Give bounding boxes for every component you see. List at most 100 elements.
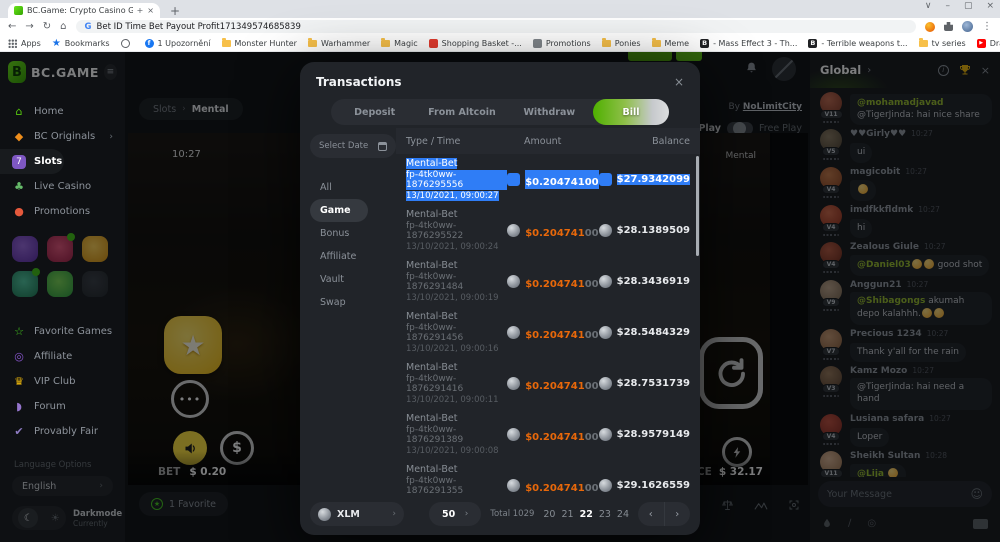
bookmark-item[interactable]: Monster Hunter bbox=[222, 39, 297, 48]
bookmark-item[interactable]: Ponies bbox=[602, 39, 641, 48]
transaction-type: Mental-Bet bbox=[406, 260, 457, 271]
page-number[interactable]: 21 bbox=[561, 509, 573, 520]
back-icon[interactable]: ← bbox=[8, 21, 16, 32]
transaction-amount-sub: 00 bbox=[585, 483, 599, 493]
forward-icon[interactable]: → bbox=[25, 21, 33, 32]
window-maximize-button[interactable]: ▢ bbox=[964, 1, 973, 11]
xlm-coin-icon bbox=[318, 508, 331, 521]
transaction-amount: $0.204741 bbox=[525, 432, 584, 443]
coin-select[interactable]: XLM › bbox=[310, 502, 404, 526]
select-date-button[interactable]: Select Date bbox=[310, 134, 396, 158]
bookmark-item[interactable]: ★ Bookmarks bbox=[52, 39, 110, 48]
xlm-coin-icon bbox=[599, 224, 612, 237]
nav-label: Home bbox=[34, 106, 64, 117]
bookmark-item[interactable]: tv series bbox=[919, 39, 966, 48]
transaction-tab[interactable]: Deposit bbox=[331, 107, 418, 118]
transaction-amount: $0.204741 bbox=[525, 483, 584, 493]
promotions-icon: ● bbox=[12, 205, 26, 218]
profile-avatar[interactable] bbox=[962, 21, 973, 32]
transaction-tab[interactable]: Bill bbox=[593, 99, 669, 125]
transaction-id: fp-4tk0ww-1876291484 bbox=[406, 272, 507, 292]
column-header-type-time: Type / Time bbox=[406, 136, 524, 147]
live-casino-icon: ♣ bbox=[12, 180, 26, 193]
transaction-amount: $0.204741 bbox=[525, 228, 584, 239]
apps-grid-icon bbox=[8, 39, 17, 48]
url-text: Bet ID Time Bet Payout Profit17134957468… bbox=[97, 22, 301, 32]
transaction-amount-sub: 00 bbox=[585, 279, 599, 290]
transaction-filter[interactable]: All bbox=[310, 176, 396, 199]
transaction-row[interactable]: Mental-Bet fp-4tk0ww-1876291484 13/10/20… bbox=[406, 256, 690, 307]
new-tab-button[interactable]: + bbox=[170, 4, 180, 18]
reload-icon[interactable]: ↻ bbox=[43, 21, 51, 32]
bookmark-item[interactable]: Apps bbox=[8, 39, 41, 48]
nav-label: VIP Club bbox=[34, 376, 75, 387]
nav-label: Affiliate bbox=[34, 351, 72, 362]
transaction-row[interactable]: Mental-Bet fp-4tk0ww-1876295522 13/10/20… bbox=[406, 205, 690, 256]
bookmark-item[interactable]: ▶ Dragonball Z: Battle... bbox=[977, 39, 1000, 48]
transaction-filter[interactable]: Game bbox=[310, 199, 368, 222]
transaction-filter[interactable]: Swap bbox=[310, 291, 396, 314]
scrollbar-thumb[interactable] bbox=[696, 156, 699, 256]
vip-club-icon: ♛ bbox=[12, 375, 26, 388]
tab-pin-icon[interactable]: + bbox=[137, 6, 144, 15]
window-minimize-button[interactable]: – bbox=[945, 1, 950, 11]
google-icon: G bbox=[85, 22, 92, 32]
transaction-amount-sub: 00 bbox=[585, 330, 599, 341]
bookmark-item[interactable] bbox=[121, 39, 134, 48]
bookmark-item[interactable]: f 1 Upozornění bbox=[145, 39, 211, 48]
update-indicator-icon[interactable] bbox=[925, 22, 935, 32]
transaction-time: 13/10/2021, 09:00:27 bbox=[406, 191, 499, 201]
transaction-tabs: Deposit From Altcoin Withdraw Bill bbox=[331, 99, 669, 125]
bookmark-item[interactable]: Meme bbox=[652, 39, 690, 48]
transaction-filter[interactable]: Affiliate bbox=[310, 245, 396, 268]
transaction-tab[interactable]: Withdraw bbox=[506, 107, 593, 118]
page-number[interactable]: 20 bbox=[543, 509, 555, 520]
bookmark-item[interactable]: B - Terrible weapons t... bbox=[808, 39, 907, 48]
transaction-amount: $0.204741 bbox=[525, 177, 584, 188]
page-size-select[interactable]: 50 › bbox=[429, 502, 481, 526]
bookmark-item[interactable]: Shopping Basket -... bbox=[429, 39, 522, 48]
xlm-coin-icon bbox=[507, 224, 520, 237]
transaction-time: 13/10/2021, 09:00:24 bbox=[406, 242, 499, 252]
bookmark-item[interactable]: Magic bbox=[381, 39, 418, 48]
transaction-tab[interactable]: From Altcoin bbox=[418, 107, 505, 118]
transaction-type: Mental-Bet bbox=[406, 209, 457, 220]
transaction-time: 13/10/2021, 09:00:16 bbox=[406, 344, 499, 354]
total-count-label: Total 1029 bbox=[490, 509, 534, 519]
home-icon[interactable]: ⌂ bbox=[60, 21, 66, 32]
bookmark-item[interactable]: Promotions bbox=[533, 39, 591, 48]
youtube-icon: ▶ bbox=[977, 39, 986, 48]
transaction-filter[interactable]: Vault bbox=[310, 268, 396, 291]
transaction-row[interactable]: Mental-Bet fp-4tk0ww-1876291456 13/10/20… bbox=[406, 307, 690, 358]
transaction-balance: $27.9342099 bbox=[617, 174, 690, 185]
page-number[interactable]: 22 bbox=[580, 509, 593, 520]
transaction-balance: $28.9579149 bbox=[617, 429, 690, 440]
tab-close-icon[interactable]: × bbox=[147, 6, 154, 15]
bookmark-item[interactable]: B - Mass Effect 3 - Th... bbox=[700, 39, 797, 48]
transaction-row[interactable]: Mental-Bet fp-4tk0ww-1876291389 13/10/20… bbox=[406, 409, 690, 460]
page-number[interactable]: 23 bbox=[599, 509, 611, 520]
xlm-coin-icon bbox=[599, 428, 612, 441]
extensions-puzzle-icon[interactable] bbox=[944, 22, 953, 31]
transaction-time: 13/10/2021, 09:00:08 bbox=[406, 446, 499, 456]
browser-tab[interactable]: BC.Game: Crypto Casino Ga + × bbox=[8, 3, 160, 18]
transaction-type: Mental-Bet bbox=[406, 311, 457, 322]
transaction-filter[interactable]: Bonus bbox=[310, 222, 396, 245]
modal-close-icon[interactable]: × bbox=[674, 75, 684, 89]
page-number[interactable]: 24 bbox=[617, 509, 629, 520]
prev-page-button[interactable]: ‹ bbox=[638, 502, 665, 526]
bookmarks-bar: Apps ★ Bookmarks f 1 Upozornění bbox=[0, 35, 1000, 52]
tab-search-icon[interactable]: ∨ bbox=[925, 1, 932, 11]
forum-icon: ◗ bbox=[12, 400, 26, 413]
transaction-row[interactable]: Mental-Bet fp-4tk0ww-1876295556 13/10/20… bbox=[406, 154, 690, 205]
window-close-button[interactable]: × bbox=[986, 1, 994, 11]
chrome-menu-icon[interactable]: ⋮ bbox=[982, 21, 992, 32]
xlm-coin-icon bbox=[507, 428, 520, 441]
bookmark-item[interactable]: Warhammer bbox=[308, 39, 370, 48]
transaction-row[interactable]: Mental-Bet fp-4tk0ww-1876291416 13/10/20… bbox=[406, 358, 690, 409]
url-field[interactable]: G Bet ID Time Bet Payout Profit171349574… bbox=[76, 20, 916, 33]
transaction-row[interactable]: Mental-Bet fp-4tk0ww-1876291355 13/10/20… bbox=[406, 460, 690, 493]
facebook-icon: f bbox=[145, 39, 154, 48]
next-page-button[interactable]: › bbox=[665, 502, 691, 526]
nav-label: Promotions bbox=[34, 206, 90, 217]
